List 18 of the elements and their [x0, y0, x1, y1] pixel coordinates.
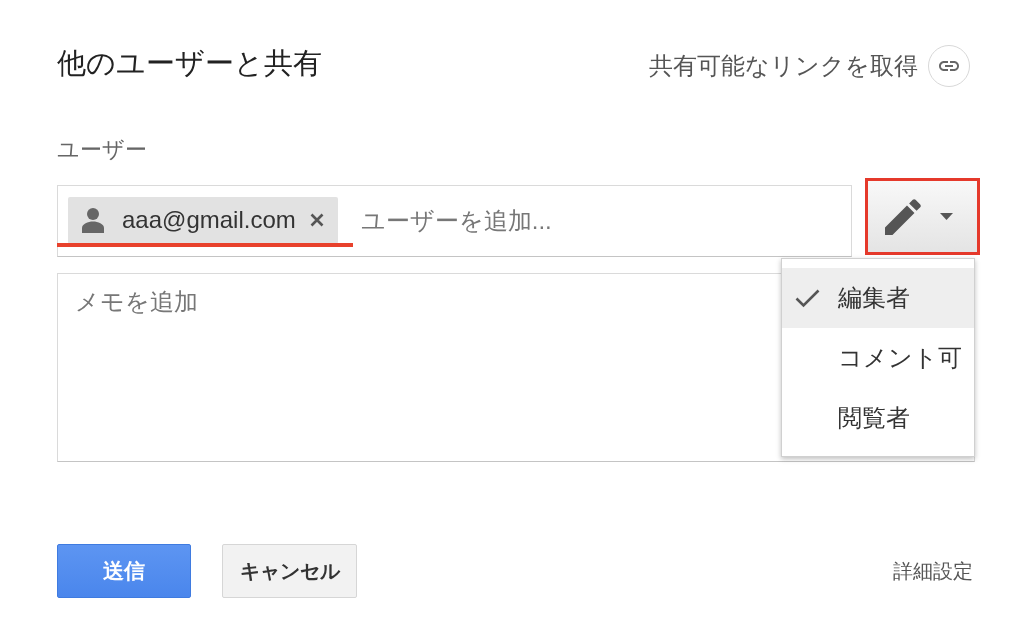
advanced-settings-link[interactable]: 詳細設定: [893, 557, 973, 585]
check-icon: [795, 288, 820, 308]
pencil-icon: [885, 198, 921, 235]
recipient-chip[interactable]: aaa@gmail.com: [68, 196, 338, 244]
close-icon[interactable]: [309, 213, 324, 227]
menu-item[interactable]: 閲覧者: [782, 388, 974, 448]
menu-item[interactable]: コメント可: [782, 328, 974, 388]
get-link-link[interactable]: 共有可能なリンクを取得: [649, 45, 970, 87]
dialog-title: 他のユーザーと共有: [57, 46, 322, 81]
permission-button[interactable]: [865, 178, 980, 255]
recipients-field[interactable]: aaa@gmail.com ユーザーを追加...: [57, 185, 852, 257]
menu-item[interactable]: 編集者: [782, 268, 974, 328]
recipient-email: aaa@gmail.com: [122, 206, 296, 234]
users-label: ユーザー: [57, 136, 147, 164]
cancel-button[interactable]: キャンセル: [222, 544, 357, 598]
caret-icon: [940, 213, 953, 220]
person-icon: [82, 207, 104, 233]
link-icon: [928, 45, 970, 87]
